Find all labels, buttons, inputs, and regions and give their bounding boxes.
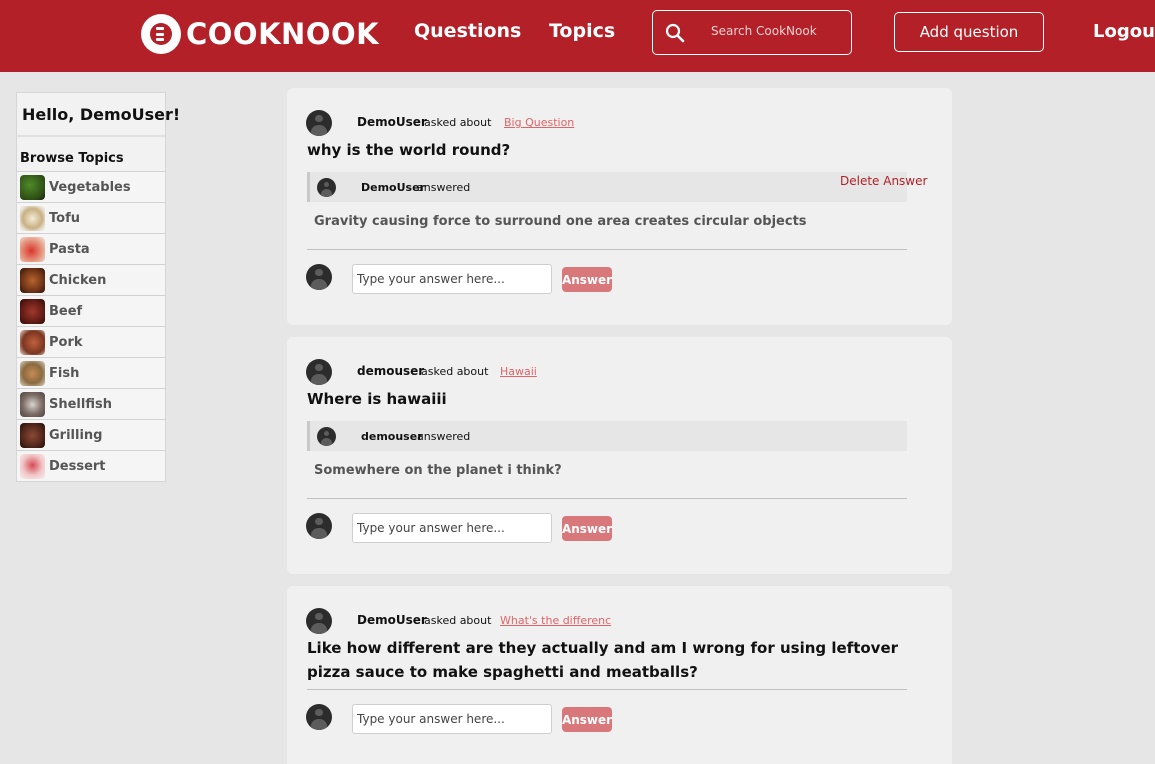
sidebar-topic-grilling[interactable]: Grilling bbox=[17, 419, 165, 450]
asker-avatar-icon bbox=[306, 110, 332, 136]
question-title[interactable]: Like how different are they actually and… bbox=[307, 636, 932, 684]
answer-button[interactable]: Answer bbox=[562, 267, 612, 292]
top-navbar: COOKNOOK Questions Topics Add question L… bbox=[0, 0, 1155, 72]
add-question-button[interactable]: Add question bbox=[894, 12, 1044, 52]
card-divider bbox=[307, 689, 907, 690]
sidebar-topic-label: Vegetables bbox=[49, 179, 131, 195]
question-topic-link[interactable]: Big Question bbox=[504, 116, 574, 129]
asked-about-text: asked about bbox=[421, 365, 489, 378]
answerer-avatar-icon bbox=[317, 427, 336, 446]
chicken-thumbnail bbox=[20, 267, 45, 293]
sidebar-topic-label: Pasta bbox=[49, 241, 90, 257]
sidebar-topic-fish[interactable]: Fish bbox=[17, 357, 165, 388]
sidebar-topic-label: Dessert bbox=[49, 458, 106, 474]
sidebar: Hello, DemoUser! Browse Topics Vegetable… bbox=[16, 92, 180, 482]
pasta-thumbnail bbox=[20, 236, 45, 262]
cooknook-logo[interactable]: COOKNOOK bbox=[141, 13, 379, 55]
dessert-thumbnail bbox=[20, 453, 45, 479]
answerer-name[interactable]: demouser bbox=[361, 430, 423, 443]
sidebar-topic-pork[interactable]: Pork bbox=[17, 326, 165, 357]
sidebar-topic-label: Tofu bbox=[49, 210, 80, 226]
user-greeting: Hello, DemoUser! bbox=[17, 93, 180, 137]
card-divider bbox=[307, 498, 907, 499]
nav-questions-link[interactable]: Questions bbox=[414, 20, 521, 42]
answer-header: DemoUser answered bbox=[307, 172, 907, 202]
answer-header: demouser answered bbox=[307, 421, 907, 451]
current-user-avatar-icon bbox=[306, 264, 332, 290]
answer-input[interactable] bbox=[352, 264, 552, 294]
sidebar-topic-chicken[interactable]: Chicken bbox=[17, 264, 165, 295]
sidebar-topic-pasta[interactable]: Pasta bbox=[17, 233, 165, 264]
asked-about-text: asked about bbox=[424, 116, 492, 129]
asker-name[interactable]: demouser bbox=[357, 364, 424, 378]
sidebar-topic-label: Beef bbox=[49, 303, 83, 319]
brand-name: COOKNOOK bbox=[186, 17, 380, 51]
asker-avatar-icon bbox=[306, 359, 332, 385]
nav-topics-link[interactable]: Topics bbox=[549, 20, 615, 42]
sidebar-topic-label: Chicken bbox=[49, 272, 107, 288]
fish-thumbnail bbox=[20, 360, 45, 386]
answerer-name[interactable]: DemoUser bbox=[361, 181, 425, 194]
search-box bbox=[652, 10, 852, 55]
sidebar-topic-beef[interactable]: Beef bbox=[17, 295, 165, 326]
current-user-avatar-icon bbox=[306, 704, 332, 730]
pork-thumbnail bbox=[20, 329, 45, 355]
sidebar-topic-tofu[interactable]: Tofu bbox=[17, 202, 165, 233]
answered-text: answered bbox=[417, 181, 471, 194]
tofu-thumbnail bbox=[20, 205, 45, 231]
logo-mark-icon bbox=[141, 14, 181, 54]
beef-thumbnail bbox=[20, 298, 45, 324]
question-card: demouser asked about Hawaii Where is haw… bbox=[287, 337, 952, 574]
question-topic-link[interactable]: What's the differenc bbox=[500, 614, 611, 627]
answer-input[interactable] bbox=[352, 513, 552, 543]
question-title[interactable]: why is the world round? bbox=[307, 138, 927, 162]
current-user-avatar-icon bbox=[306, 513, 332, 539]
sidebar-topic-vegetables[interactable]: Vegetables bbox=[17, 171, 165, 202]
sidebar-topic-label: Grilling bbox=[49, 427, 103, 443]
asker-name[interactable]: DemoUser bbox=[357, 115, 427, 129]
sidebar-topic-dessert[interactable]: Dessert bbox=[17, 450, 165, 481]
answer-text: Somewhere on the planet i think? bbox=[314, 463, 562, 478]
card-divider bbox=[307, 249, 907, 250]
sidebar-topic-label: Shellfish bbox=[49, 396, 112, 412]
sidebar-topic-label: Pork bbox=[49, 334, 83, 350]
answer-button[interactable]: Answer bbox=[562, 707, 612, 732]
answer-button[interactable]: Answer bbox=[562, 516, 612, 541]
question-card: DemoUser asked about What's the differen… bbox=[287, 586, 952, 764]
vegetables-thumbnail bbox=[20, 174, 45, 200]
asked-about-text: asked about bbox=[424, 614, 492, 627]
asker-name[interactable]: DemoUser bbox=[357, 613, 427, 627]
delete-answer-link[interactable]: Delete Answer bbox=[840, 174, 927, 188]
grilling-thumbnail bbox=[20, 422, 45, 448]
answered-text: answered bbox=[417, 430, 471, 443]
browse-topics-heading: Browse Topics bbox=[20, 151, 124, 166]
sidebar-topic-shellfish[interactable]: Shellfish bbox=[17, 388, 165, 419]
search-icon[interactable] bbox=[665, 23, 685, 43]
sidebar-topic-label: Fish bbox=[49, 365, 80, 381]
answerer-avatar-icon bbox=[317, 178, 336, 197]
search-input[interactable] bbox=[711, 24, 841, 38]
question-topic-link[interactable]: Hawaii bbox=[500, 365, 537, 378]
answer-input[interactable] bbox=[352, 704, 552, 734]
answer-text: Gravity causing force to surround one ar… bbox=[314, 214, 807, 229]
question-card: DemoUser asked about Big Question why is… bbox=[287, 88, 952, 325]
shellfish-thumbnail bbox=[20, 391, 45, 417]
logout-link[interactable]: Logout bbox=[1093, 21, 1155, 42]
asker-avatar-icon bbox=[306, 608, 332, 634]
question-title[interactable]: Where is hawaiii bbox=[307, 387, 927, 411]
